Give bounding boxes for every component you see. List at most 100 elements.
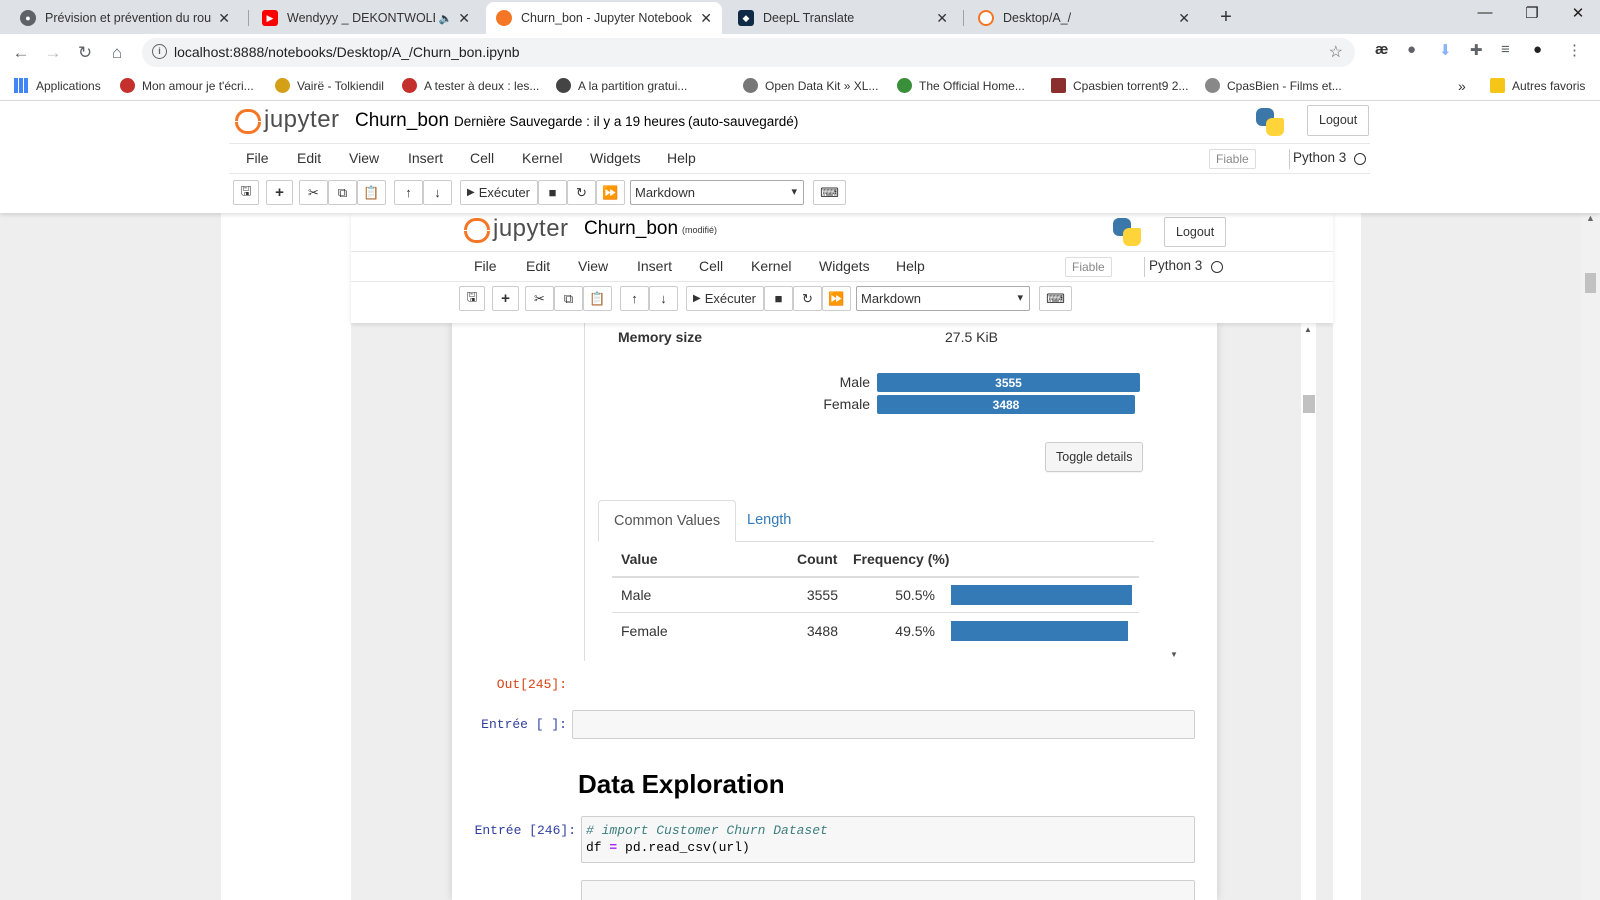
paste-button[interactable]: 📋 [357,180,386,205]
menu-kernel[interactable]: Kernel [522,150,562,166]
cell-type-select[interactable]: Markdown ▾ [856,286,1030,311]
command-palette-button[interactable]: ⌨ [1039,286,1072,311]
browser-menu-icon[interactable]: ⋮ [1567,41,1582,59]
new-tab-button[interactable]: + [1213,5,1239,31]
insert-cell-button[interactable]: + [266,180,293,205]
browser-tab-active[interactable]: Churn_bon - Jupyter Notebook ✕ [486,2,722,34]
output-scrollbar[interactable]: ▼ [1167,323,1181,661]
close-tab-icon[interactable]: ✕ [700,10,712,27]
move-up-button[interactable]: ↑ [620,286,649,311]
bookmark-item[interactable]: Open Data Kit » XL... [743,78,878,93]
menu-help[interactable]: Help [667,150,696,166]
jupyter-logo[interactable]: jupyter [234,106,340,134]
close-tab-icon[interactable]: ✕ [458,10,470,27]
menu-help[interactable]: Help [896,258,925,274]
bookmarks-overflow-button[interactable]: » [1458,78,1466,94]
code-cell[interactable] [581,880,1195,900]
bookmark-item[interactable]: A la partition gratui... [556,78,687,93]
scroll-up-icon[interactable]: ▲ [1304,325,1312,334]
other-bookmarks[interactable]: Autres favoris [1490,78,1585,93]
paste-button[interactable]: 📋 [583,286,612,311]
media-control-icon[interactable]: ≡ [1501,41,1510,58]
menu-widgets[interactable]: Widgets [590,150,641,166]
scrollbar-thumb[interactable] [1585,273,1596,293]
minimize-button[interactable]: — [1470,4,1500,21]
inner-scrollbar[interactable]: ▲ [1301,323,1316,900]
bookmark-star-icon[interactable]: ☆ [1329,42,1343,62]
menu-view[interactable]: View [349,150,379,166]
menu-file[interactable]: File [474,258,497,274]
extension-ae-icon[interactable]: æ [1375,41,1388,58]
notebook-name[interactable]: Churn_bon [355,110,449,132]
logout-button[interactable]: Logout [1307,105,1370,136]
page-scrollbar[interactable]: ▲ [1581,213,1600,900]
browser-tab[interactable]: Desktop/A_/ ✕ [968,2,1200,34]
extensions-puzzle-icon[interactable]: ✚ [1470,41,1483,59]
menu-cell[interactable]: Cell [699,258,723,274]
extension-circle-icon[interactable]: ● [1407,41,1416,58]
toggle-details-button[interactable]: Toggle details [1045,442,1144,472]
menu-cell[interactable]: Cell [470,150,494,166]
restore-button[interactable]: ❐ [1517,4,1547,22]
inner-notebook-name[interactable]: Churn_bon [584,218,678,240]
cell-type-select[interactable]: Markdown ▾ [630,180,804,205]
run-button[interactable]: ▶ Exécuter [686,286,764,311]
inner-logout-button[interactable]: Logout [1164,217,1227,247]
empty-code-cell[interactable] [572,710,1195,739]
forward-icon[interactable]: → [40,40,66,66]
menu-view[interactable]: View [578,258,608,274]
close-window-button[interactable]: ✕ [1563,4,1593,22]
menu-edit[interactable]: Edit [297,150,321,166]
restart-run-all-button[interactable]: ⏩ [822,286,851,311]
menu-kernel[interactable]: Kernel [751,258,791,274]
close-tab-icon[interactable]: ✕ [1178,10,1190,27]
bookmark-item[interactable]: The Official Home... [897,78,1025,93]
run-button[interactable]: ▶ Exécuter [460,180,538,205]
bookmark-item[interactable]: CpasBien - Films et... [1205,78,1342,93]
bookmark-apps[interactable]: Applications [14,78,101,93]
copy-button[interactable]: ⧉ [328,180,357,205]
tab-common-values[interactable]: Common Values [598,500,737,542]
home-icon[interactable]: ⌂ [104,40,130,66]
move-down-button[interactable]: ↓ [649,286,678,311]
address-bar[interactable]: i localhost:8888/notebooks/Desktop/A_/Ch… [142,38,1355,67]
close-tab-icon[interactable]: ✕ [936,10,948,27]
inner-jupyter-logo[interactable]: jupyter [463,215,569,243]
move-down-button[interactable]: ↓ [423,180,452,205]
markdown-heading[interactable]: Data Exploration [578,769,785,800]
save-button[interactable]: 🖫 [459,286,485,311]
site-info-icon[interactable]: i [152,44,167,59]
menu-insert[interactable]: Insert [408,150,443,166]
profile-avatar[interactable]: ● [1533,41,1542,58]
command-palette-button[interactable]: ⌨ [813,180,846,205]
bookmark-item[interactable]: Mon amour je t'écri... [120,78,254,93]
back-icon[interactable]: ← [8,40,34,66]
scrollbar-thumb[interactable] [1303,395,1315,413]
speaker-icon[interactable]: 🔈 [439,12,453,25]
browser-tab[interactable]: ▶ Wendyyy _ DEKONTWOLE_( 🔈 ✕ [252,2,480,34]
interrupt-button[interactable]: ■ [764,286,793,311]
restart-run-all-button[interactable]: ⏩ [596,180,625,205]
bookmark-item[interactable]: A tester à deux : les... [402,78,539,93]
restart-button[interactable]: ↻ [567,180,596,205]
menu-file[interactable]: File [246,150,269,166]
reload-icon[interactable]: ↻ [72,40,98,66]
menu-edit[interactable]: Edit [526,258,550,274]
restart-button[interactable]: ↻ [793,286,822,311]
menu-insert[interactable]: Insert [637,258,672,274]
tab-length[interactable]: Length [732,500,806,542]
url-text[interactable]: localhost:8888/notebooks/Desktop/A_/Chur… [174,44,520,60]
browser-tab[interactable]: ● Prévision et prévention du roulem ✕ [10,2,240,34]
insert-cell-button[interactable]: + [492,286,519,311]
cut-button[interactable]: ✂ [299,180,328,205]
bookmark-item[interactable]: Vairë - Tolkiendil [275,78,384,93]
download-icon[interactable]: ⬇ [1439,41,1452,59]
move-up-button[interactable]: ↑ [394,180,423,205]
browser-tab[interactable]: ◆ DeepL Translate ✕ [728,2,958,34]
copy-button[interactable]: ⧉ [554,286,583,311]
cut-button[interactable]: ✂ [525,286,554,311]
close-tab-icon[interactable]: ✕ [218,10,230,27]
save-button[interactable]: 🖫 [233,180,259,205]
interrupt-button[interactable]: ■ [538,180,567,205]
scroll-down-icon[interactable]: ▼ [1170,650,1178,659]
